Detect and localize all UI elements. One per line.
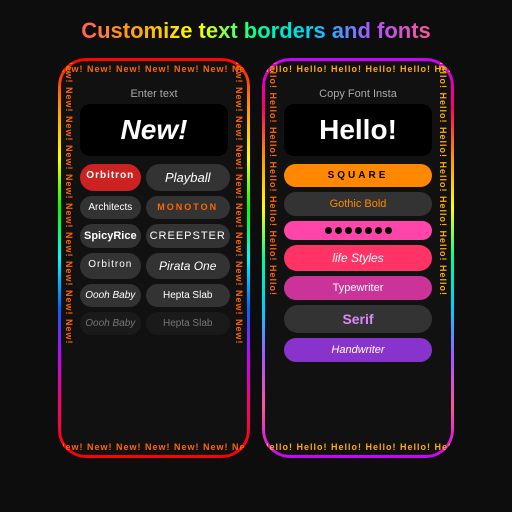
font-btn-monoton[interactable]: MONOTON	[146, 196, 230, 219]
enter-text-label: Enter text	[130, 88, 177, 100]
font-btn-pirataone[interactable]: Pirata One	[146, 253, 230, 279]
right-top-strip: Hello! Hello! Hello! Hello! Hello! Hello…	[262, 58, 454, 80]
left-phone-inner: Enter text New! Orbitron Playball Archit…	[80, 80, 228, 436]
right-top-strip-text: Hello! Hello! Hello! Hello! Hello! Hello…	[262, 64, 454, 74]
font-btn-square[interactable]: SQUARE	[284, 164, 432, 187]
dot-5	[365, 227, 372, 234]
left-top-strip: New! New! New! New! New! New! New! New! …	[58, 58, 250, 80]
phones-container: New! New! New! New! New! New! New! New! …	[58, 58, 454, 458]
left-bottom-strip-text: New! New! New! New! New! New! New! New! …	[58, 442, 250, 452]
font-btn-spicyrice[interactable]: SpicyRice	[80, 224, 141, 248]
left-right-strip: New! New! New! New! New! New! New! New! …	[228, 58, 250, 458]
dot-6	[375, 227, 382, 234]
font-btn-orbitron[interactable]: Orbitron	[80, 164, 141, 191]
left-top-strip-text: New! New! New! New! New! New! New! New! …	[58, 64, 250, 74]
font-btn-typewriter[interactable]: Typewriter	[284, 276, 432, 300]
dot-2	[335, 227, 342, 234]
font-btn-hepta-slab2[interactable]: Hepta Slab	[146, 312, 230, 335]
left-left-strip-text: New! New! New! New! New! New! New! New! …	[64, 58, 74, 345]
right-phone: Hello! Hello! Hello! Hello! Hello! Hello…	[262, 58, 454, 458]
left-phone: New! New! New! New! New! New! New! New! …	[58, 58, 250, 458]
right-bottom-strip-text: Hello! Hello! Hello! Hello! Hello! Hello…	[262, 442, 454, 452]
right-left-strip: Hello! Hello! Hello! Hello! Hello! Hello…	[262, 58, 284, 458]
font-btn-gothic[interactable]: Gothic Bold	[284, 192, 432, 216]
dot-7	[385, 227, 392, 234]
font-btn-playball[interactable]: Playball	[146, 164, 230, 191]
font-btn-lifestyles[interactable]: life Styles	[284, 245, 432, 271]
right-right-strip: Hello! Hello! Hello! Hello! Hello! Hello…	[432, 58, 454, 458]
font-btn-creepster[interactable]: CREEPSTER	[146, 224, 230, 248]
left-font-grid: Orbitron Playball Architects MONOTON Spi…	[80, 164, 228, 335]
right-right-strip-text: Hello! Hello! Hello! Hello! Hello! Hello…	[438, 58, 448, 296]
left-main-text: New!	[121, 114, 188, 145]
font-btn-dots[interactable]	[284, 221, 432, 240]
left-bottom-strip: New! New! New! New! New! New! New! New! …	[58, 436, 250, 458]
font-btn-hepta-slab[interactable]: Hepta Slab	[146, 284, 230, 307]
copy-font-label: Copy Font Insta	[319, 88, 397, 100]
left-left-strip: New! New! New! New! New! New! New! New! …	[58, 58, 80, 458]
right-main-text: Hello!	[319, 114, 397, 145]
font-btn-architects[interactable]: Architects	[80, 196, 141, 219]
font-btn-ooh-baby2[interactable]: Oooh Baby	[80, 312, 141, 335]
left-right-strip-text: New! New! New! New! New! New! New! New! …	[234, 58, 244, 345]
right-font-list: SQUARE Gothic Bold life Styles Typewrite…	[284, 164, 432, 362]
font-btn-orbitron2[interactable]: Orbitron	[80, 253, 141, 279]
font-btn-ooh-baby[interactable]: Oooh Baby	[80, 284, 141, 307]
page-title: Customize text borders and fonts	[81, 18, 431, 44]
dot-4	[355, 227, 362, 234]
right-phone-inner: Copy Font Insta Hello! SQUARE Gothic Bol…	[284, 80, 432, 436]
dot-1	[325, 227, 332, 234]
font-btn-serif[interactable]: Serif	[284, 305, 432, 333]
dot-3	[345, 227, 352, 234]
left-main-display[interactable]: New!	[80, 104, 228, 156]
right-bottom-strip: Hello! Hello! Hello! Hello! Hello! Hello…	[262, 436, 454, 458]
font-btn-handwriter[interactable]: Handwriter	[284, 338, 432, 362]
right-left-strip-text: Hello! Hello! Hello! Hello! Hello! Hello…	[268, 58, 278, 296]
right-main-display[interactable]: Hello!	[284, 104, 432, 156]
